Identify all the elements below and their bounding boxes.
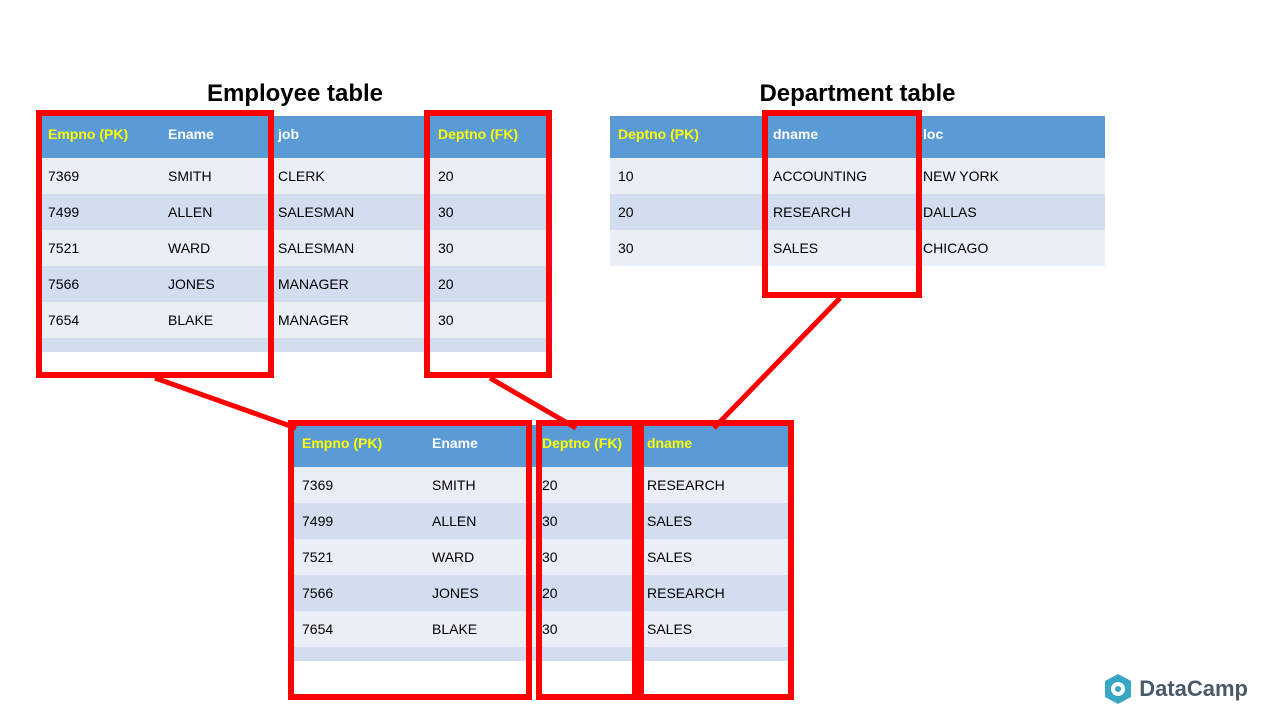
department-table: Deptno (PK) dname loc 10ACCOUNTINGNEW YO… [610,116,1105,266]
cell: 30 [430,194,550,230]
table-header-row: Empno (PK) Ename Deptno (FK) dname [294,425,789,467]
col-ename: Ename [424,425,534,467]
cell: 20 [534,467,639,503]
cell: ACCOUNTING [765,158,915,194]
table-row-blank [40,338,550,352]
cell: SALESMAN [270,194,430,230]
cell: 7566 [294,575,424,611]
cell: 7499 [40,194,160,230]
table-row: 7654BLAKE30SALES [294,611,789,647]
cell: WARD [160,230,270,266]
cell: RESEARCH [639,467,789,503]
department-table-title: Department table [610,80,1105,108]
cell: 7654 [294,611,424,647]
cell: 30 [430,302,550,338]
table-row: 7521WARD30SALES [294,539,789,575]
table-row: 7654BLAKEMANAGER30 [40,302,550,338]
col-empno: Empno (PK) [40,116,160,158]
cell: ALLEN [424,503,534,539]
col-deptno: Deptno (FK) [534,425,639,467]
col-loc: loc [915,116,1105,158]
cell: ALLEN [160,194,270,230]
cell: SMITH [424,467,534,503]
col-deptno: Deptno (PK) [610,116,765,158]
cell: 10 [610,158,765,194]
cell: 7499 [294,503,424,539]
table-row: 7566JONESMANAGER20 [40,266,550,302]
cell: JONES [160,266,270,302]
cell: SALES [639,611,789,647]
datacamp-logo-icon [1105,674,1131,704]
joined-table: Empno (PK) Ename Deptno (FK) dname 7369S… [294,425,789,661]
cell: CHICAGO [915,230,1105,266]
table-row: 7499ALLENSALESMAN30 [40,194,550,230]
cell: 7521 [294,539,424,575]
cell: BLAKE [424,611,534,647]
cell: MANAGER [270,302,430,338]
employee-table: Empno (PK) Ename job Deptno (FK) 7369SMI… [40,116,550,352]
cell: 20 [430,266,550,302]
cell: DALLAS [915,194,1105,230]
cell: 20 [610,194,765,230]
cell: 30 [430,230,550,266]
table-row: 7566JONES20RESEARCH [294,575,789,611]
cell: RESEARCH [639,575,789,611]
col-ename: Ename [160,116,270,158]
cell: 7654 [40,302,160,338]
cell: JONES [424,575,534,611]
cell: 30 [534,611,639,647]
table-row: 30SALESCHICAGO [610,230,1105,266]
cell: 20 [534,575,639,611]
cell: SALES [639,503,789,539]
cell: SALES [765,230,915,266]
table-row: 7369SMITHCLERK20 [40,158,550,194]
col-empno: Empno (PK) [294,425,424,467]
cell: SALES [639,539,789,575]
table-header-row: Empno (PK) Ename job Deptno (FK) [40,116,550,158]
col-deptno: Deptno (FK) [430,116,550,158]
cell: 30 [534,503,639,539]
table-header-row: Deptno (PK) dname loc [610,116,1105,158]
cell: 30 [610,230,765,266]
col-job: job [270,116,430,158]
cell: WARD [424,539,534,575]
cell: RESEARCH [765,194,915,230]
cell: SMITH [160,158,270,194]
table-row: 7499ALLEN30SALES [294,503,789,539]
cell: 20 [430,158,550,194]
cell: NEW YORK [915,158,1105,194]
cell: BLAKE [160,302,270,338]
employee-table-title: Employee table [40,80,550,108]
col-dname: dname [639,425,789,467]
datacamp-logo: DataCamp [1105,674,1248,704]
col-dname: dname [765,116,915,158]
cell: 7566 [40,266,160,302]
cell: SALESMAN [270,230,430,266]
table-row: 7521WARDSALESMAN30 [40,230,550,266]
cell: 7369 [294,467,424,503]
cell: 30 [534,539,639,575]
table-row-blank [294,647,789,661]
table-row: 7369SMITH20RESEARCH [294,467,789,503]
cell: 7369 [40,158,160,194]
cell: MANAGER [270,266,430,302]
table-row: 20RESEARCHDALLAS [610,194,1105,230]
table-row: 10ACCOUNTINGNEW YORK [610,158,1105,194]
datacamp-logo-text: DataCamp [1139,676,1248,702]
cell: 7521 [40,230,160,266]
cell: CLERK [270,158,430,194]
